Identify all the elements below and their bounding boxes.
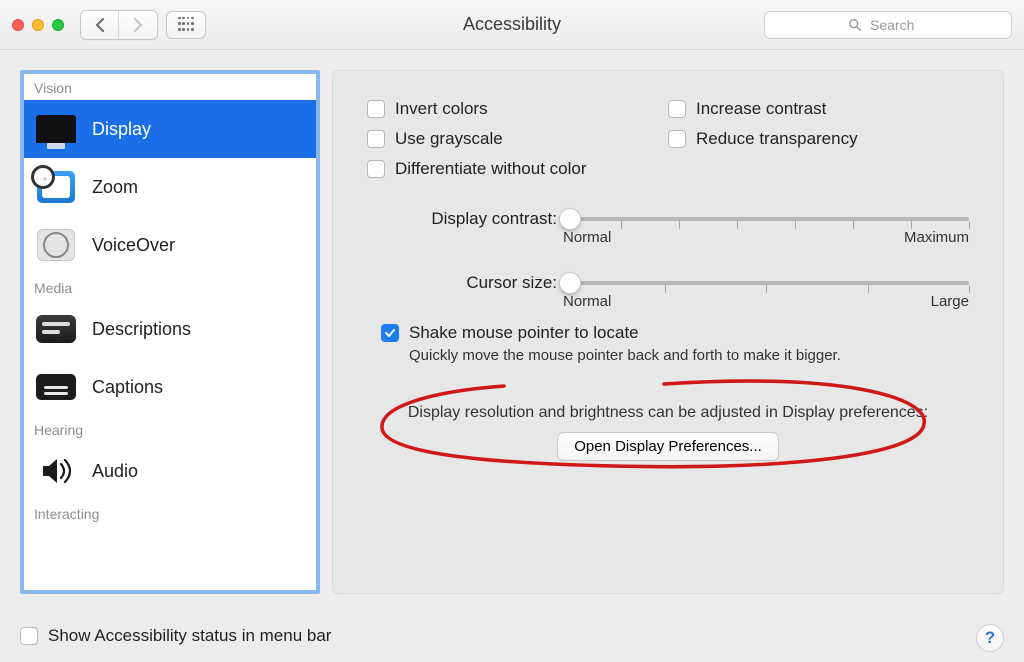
shake-to-locate-checkbox[interactable] <box>381 324 399 342</box>
cursor-min-label: Normal <box>563 293 611 310</box>
sidebar-group-media: Media <box>24 274 316 300</box>
search-icon <box>848 18 862 32</box>
sidebar-item-captions[interactable]: Captions <box>24 358 316 416</box>
zoom-icon <box>34 167 78 207</box>
sidebar-item-descriptions[interactable]: Descriptions <box>24 300 316 358</box>
increase-contrast-checkbox[interactable] <box>668 100 686 118</box>
increase-contrast-label: Increase contrast <box>696 99 826 119</box>
show-status-menubar-label: Show Accessibility status in menu bar <box>48 626 331 646</box>
open-display-preferences-button[interactable]: Open Display Preferences... <box>557 432 779 461</box>
audio-icon <box>34 451 78 491</box>
sidebar-item-label: Descriptions <box>92 319 191 340</box>
contrast-min-label: Normal <box>563 229 611 246</box>
shake-to-locate-description: Quickly move the mouse pointer back and … <box>409 347 969 364</box>
reduce-transparency-checkbox[interactable] <box>668 130 686 148</box>
cursor-max-label: Large <box>931 293 969 310</box>
sidebar-item-label: Display <box>92 119 151 140</box>
differentiate-without-color-label: Differentiate without color <box>395 159 587 179</box>
sidebar-item-audio[interactable]: Audio <box>24 442 316 500</box>
help-button[interactable]: ? <box>976 624 1004 652</box>
contrast-max-label: Maximum <box>904 229 969 246</box>
sidebar-group-vision: Vision <box>24 74 316 100</box>
shake-to-locate-label: Shake mouse pointer to locate <box>409 323 639 343</box>
back-button[interactable] <box>81 11 119 39</box>
search-field[interactable] <box>764 11 1012 39</box>
sidebar-item-voiceover[interactable]: VoiceOver <box>24 216 316 274</box>
sidebar-group-interacting: Interacting <box>24 500 316 526</box>
captions-icon <box>34 367 78 407</box>
invert-colors-checkbox[interactable] <box>367 100 385 118</box>
sidebar-group-hearing: Hearing <box>24 416 316 442</box>
display-settings-pane: Invert colors Use grayscale Differentiat… <box>332 70 1004 594</box>
nav-back-forward-group <box>80 10 158 40</box>
show-all-button[interactable] <box>166 11 206 39</box>
display-contrast-slider[interactable]: Normal Maximum <box>563 207 969 241</box>
sidebar-item-zoom[interactable]: Zoom <box>24 158 316 216</box>
display-contrast-label: Display contrast: <box>367 207 557 229</box>
zoom-window-button[interactable] <box>52 19 64 31</box>
minimize-window-button[interactable] <box>32 19 44 31</box>
show-status-menubar-checkbox[interactable] <box>20 627 38 645</box>
invert-colors-label: Invert colors <box>395 99 488 119</box>
window-controls <box>12 19 64 31</box>
use-grayscale-checkbox[interactable] <box>367 130 385 148</box>
window-titlebar: Accessibility <box>0 0 1024 50</box>
close-window-button[interactable] <box>12 19 24 31</box>
category-sidebar[interactable]: Vision Display Zoom VoiceOver Media Desc… <box>20 70 320 594</box>
sidebar-item-label: Zoom <box>92 177 138 198</box>
sidebar-item-label: VoiceOver <box>92 235 175 256</box>
voiceover-icon <box>34 225 78 265</box>
search-input[interactable] <box>868 16 928 34</box>
sidebar-item-label: Audio <box>92 461 138 482</box>
display-prefs-note: Display resolution and brightness can be… <box>367 404 969 422</box>
sidebar-item-display[interactable]: Display <box>24 100 316 158</box>
forward-button[interactable] <box>119 11 157 39</box>
slider-thumb[interactable] <box>559 272 581 294</box>
cursor-size-slider[interactable]: Normal Large <box>563 271 969 305</box>
grid-icon <box>178 17 194 33</box>
display-icon <box>34 109 78 149</box>
slider-thumb[interactable] <box>559 208 581 230</box>
differentiate-without-color-checkbox[interactable] <box>367 160 385 178</box>
sidebar-item-label: Captions <box>92 377 163 398</box>
descriptions-icon <box>34 309 78 349</box>
cursor-size-label: Cursor size: <box>367 271 557 293</box>
use-grayscale-label: Use grayscale <box>395 129 503 149</box>
reduce-transparency-label: Reduce transparency <box>696 129 858 149</box>
